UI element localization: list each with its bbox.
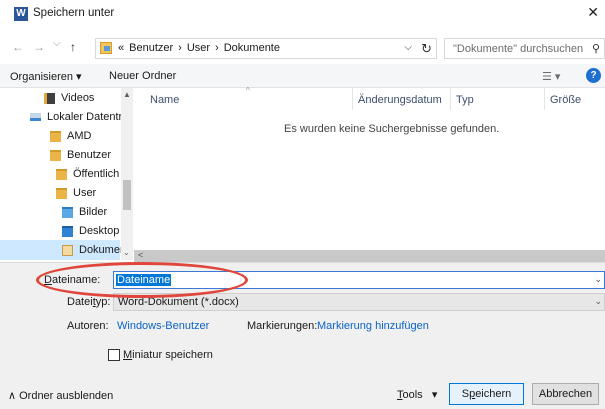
drive-icon (30, 113, 41, 121)
scrollbar-thumb[interactable] (123, 180, 131, 210)
breadcrumb-separator[interactable]: › (215, 42, 219, 54)
breadcrumb-dokumente[interactable]: Dokumente (224, 42, 280, 54)
search-icon[interactable]: ⚲ (592, 42, 600, 55)
window-title: Speichern unter (33, 7, 115, 19)
recent-locations-dropdown-icon[interactable]: ⌵ (53, 38, 61, 49)
word-app-icon: W (14, 7, 28, 21)
forward-arrow-icon[interactable]: → (33, 40, 45, 54)
video-folder-icon (44, 92, 55, 104)
tree-item-benutzer[interactable]: Benutzer (50, 145, 111, 165)
column-header-date[interactable]: Änderungsdatum (358, 94, 442, 106)
column-header-type[interactable]: Typ (456, 94, 474, 106)
tree-item-label: Bilder (79, 206, 108, 218)
tree-item-label: User (73, 187, 97, 199)
tree-item-local-drive[interactable]: Lokaler Datentr (30, 107, 122, 127)
title-bar: W Speichern unter ✕ (0, 0, 605, 28)
tree-item-label: Lokaler Datentr (47, 111, 123, 123)
scroll-down-icon[interactable]: ⌄ (123, 248, 130, 257)
column-divider[interactable] (544, 88, 545, 110)
breadcrumb-separator[interactable]: › (178, 42, 182, 54)
navigation-pane: Videos Lokaler Datentr AMD Benutzer Öffe… (0, 88, 134, 260)
horizontal-scrollbar[interactable]: < (134, 250, 605, 262)
save-thumbnail-label[interactable]: Miniatur speichern (123, 349, 213, 361)
close-icon[interactable]: ✕ (587, 4, 599, 21)
column-header-size[interactable]: Größe (550, 94, 581, 106)
pictures-folder-icon (62, 206, 73, 218)
breadcrumb: « Benutzer › User › Dokumente (118, 42, 285, 54)
tree-item-label: AMD (67, 130, 92, 142)
chevron-down-icon: ▾ (431, 389, 438, 401)
tools-menu[interactable]: Tools ▾ (397, 388, 437, 401)
search-input[interactable]: "Dokumente" durchsuchen ⚲ (444, 38, 605, 59)
breadcrumb-overflow[interactable]: « (118, 42, 124, 54)
save-button[interactable]: Speichern (449, 383, 524, 405)
breadcrumb-benutzer[interactable]: Benutzer (129, 42, 173, 54)
folder-icon (56, 168, 67, 180)
hide-folders-button[interactable]: ∧ Ordner ausblenden (8, 389, 113, 402)
address-bar[interactable]: « Benutzer › User › Dokumente ⌵ ↻ (95, 38, 437, 59)
filename-value: Dateiname (116, 274, 172, 286)
file-list: ^ Name Änderungsdatum Typ Größe Es wurde… (134, 86, 605, 250)
scroll-up-icon[interactable]: ▲ (123, 90, 131, 99)
column-header-name[interactable]: Name (150, 94, 179, 106)
filename-dropdown-icon[interactable]: ⌄ (594, 274, 602, 285)
tree-item-label: Öffentlich (73, 168, 120, 180)
save-thumbnail-checkbox[interactable] (108, 349, 120, 361)
view-options-icon[interactable]: ☰ ▾ (542, 70, 560, 83)
cancel-button[interactable]: Abbrechen (532, 383, 599, 405)
empty-results-message: Es wurden keine Suchergebnisse gefunden. (284, 123, 500, 135)
help-icon[interactable]: ? (586, 68, 601, 83)
navigation-scrollbar[interactable]: ▲ ⌄ (121, 88, 133, 260)
tree-item-bilder[interactable]: Bilder (62, 202, 107, 222)
filetype-select[interactable]: Word-Dokument (*.docx) ⌄ (113, 293, 605, 311)
breadcrumb-user[interactable]: User (187, 42, 210, 54)
tree-item-dokumente[interactable]: Dokument (62, 240, 129, 260)
tree-item-label: Benutzer (67, 149, 112, 161)
filetype-value: Word-Dokument (*.docx) (118, 296, 239, 308)
scroll-left-icon[interactable]: < (138, 250, 143, 260)
documents-folder-icon (100, 42, 112, 54)
folder-icon (50, 149, 61, 161)
tree-item-label: Videos (61, 92, 95, 104)
add-tag-link[interactable]: Markierung hinzufügen (317, 320, 429, 332)
authors-value[interactable]: Windows-Benutzer (117, 320, 209, 332)
tree-item-amd[interactable]: AMD (50, 126, 91, 146)
filename-input[interactable]: Dateiname ⌄ (113, 271, 605, 289)
back-arrow-icon[interactable]: ← (12, 40, 24, 54)
address-row: ← → ⌵ ↑ « Benutzer › User › Dokumente ⌵ ↻ "Do… (0, 28, 605, 64)
command-bar: Organisieren ▾ Neuer Ordner ☰ ▾ ? (0, 64, 605, 88)
authors-label: Autoren: (67, 320, 109, 332)
filetype-label: Dateityp: (67, 296, 111, 308)
tree-item-videos[interactable]: Videos (44, 88, 94, 108)
column-divider[interactable] (450, 88, 451, 110)
desktop-folder-icon (62, 225, 73, 237)
new-folder-button[interactable]: Neuer Ordner (109, 70, 176, 82)
refresh-icon[interactable]: ↻ (421, 41, 432, 57)
organize-menu[interactable]: Organisieren ▾ (10, 70, 82, 83)
search-placeholder: "Dokumente" durchsuchen (453, 43, 584, 55)
filename-label: Dateiname: (44, 274, 101, 286)
sort-caret-icon: ^ (246, 86, 250, 95)
tags-label: Markierungen: (247, 320, 318, 332)
tree-item-oeffentlich[interactable]: Öffentlich (56, 164, 119, 184)
tree-item-label: Desktop (79, 225, 120, 237)
folder-icon (50, 130, 61, 142)
address-dropdown-icon[interactable]: ⌵ (404, 42, 412, 53)
folder-icon (56, 187, 67, 199)
up-arrow-icon[interactable]: ↑ (70, 40, 76, 54)
column-divider[interactable] (352, 88, 353, 110)
tree-item-user[interactable]: User (56, 183, 96, 203)
tree-item-desktop[interactable]: Desktop (62, 221, 119, 241)
filetype-dropdown-icon[interactable]: ⌄ (594, 296, 602, 307)
documents-folder-icon (62, 244, 73, 256)
save-form: Dateiname: Dateiname ⌄ Dateityp: Word-Do… (0, 262, 605, 409)
